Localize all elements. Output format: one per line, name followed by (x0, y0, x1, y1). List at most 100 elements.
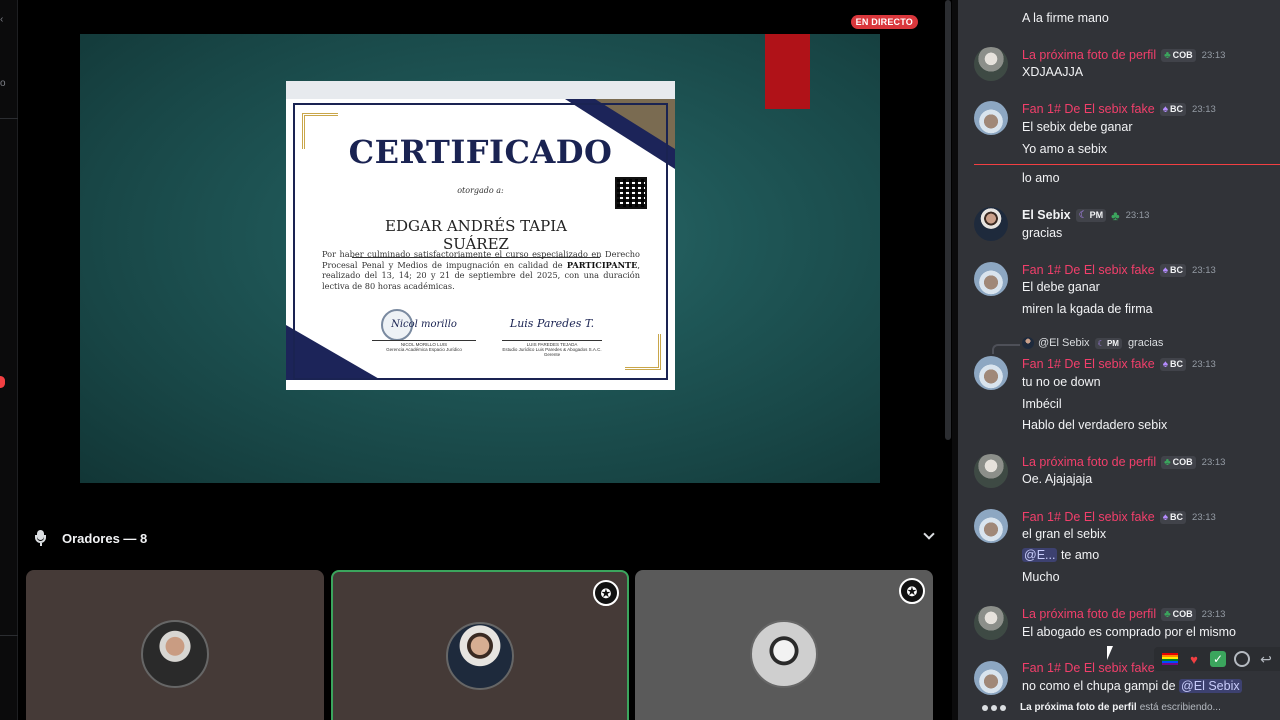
mushroom-icon: ♠ (1162, 103, 1169, 115)
message-text: Yo amo a sebix (1022, 142, 1108, 156)
reply-reference[interactable]: @El Sebix ☾ PM gracias (1022, 337, 1163, 349)
message-hover-toolbar: ♥ ✓ ↩ (1154, 647, 1280, 671)
message-text: no como el chupa gampi de @El Sebix (1022, 679, 1242, 693)
leaf-icon: ♣ (1164, 49, 1171, 61)
notification-dot[interactable] (0, 376, 5, 388)
message-text: @E... te amo (1022, 548, 1100, 562)
check-reaction-button[interactable]: ✓ (1208, 649, 1228, 669)
typing-suffix: está escribiendo... (1139, 702, 1221, 713)
moon-icon: ☾ (1078, 209, 1088, 221)
chat-panel: A la firme mano La próxima foto de perfi… (958, 0, 1280, 720)
message-text: A la firme mano (1022, 11, 1109, 25)
message-text: tu no oe down (1022, 375, 1101, 389)
screen-share[interactable]: CERTIFICADO otorgado a: EDGAR ANDRÉS TAP… (80, 34, 880, 483)
rail-glyph: ‹ (0, 14, 4, 25)
username[interactable]: La próxima foto de perfil (1022, 607, 1156, 621)
red-overlay-block (765, 34, 810, 109)
leaf-icon: ♣ (1164, 456, 1171, 468)
username[interactable]: Fan 1# De El sebix fake (1022, 510, 1155, 524)
message-header: Fan 1# De El sebix fake ♠ BC 23:13 (1022, 356, 1216, 372)
username[interactable]: La próxima foto de perfil (1022, 48, 1156, 62)
heart-reaction-button[interactable]: ♥ (1184, 649, 1204, 669)
username[interactable]: La próxima foto de perfil (1022, 455, 1156, 469)
check-icon: ✓ (1210, 651, 1226, 667)
stage-area: EN DIRECTO CERTIFICADO otorgado a: EDGAR… (18, 0, 952, 720)
avatar (750, 620, 818, 688)
left-rail: ‹ o (0, 0, 18, 720)
moderator-shield-icon: ✪ (593, 580, 619, 606)
user-mention[interactable]: @El Sebix (1179, 679, 1242, 693)
speakers-header[interactable]: Oradores — 8 (34, 528, 934, 548)
cert-gold-ornament (625, 334, 661, 370)
guild-tag[interactable]: ♣ COB (1161, 48, 1196, 62)
guild-tag[interactable]: ♣ COB (1161, 455, 1196, 469)
reply-connector (992, 344, 1020, 354)
timestamp: 23:13 (1192, 103, 1216, 115)
user-mention[interactable]: @E... (1022, 548, 1058, 562)
guild-tag[interactable]: ♠ BC (1159, 357, 1187, 371)
message-text: Imbécil (1022, 397, 1062, 411)
avatar[interactable] (974, 101, 1008, 135)
chevron-down-icon[interactable] (924, 530, 934, 540)
speaker-tile[interactable] (26, 570, 324, 720)
rainbow-flag-icon (1162, 653, 1178, 665)
avatar[interactable] (974, 509, 1008, 543)
username[interactable]: Fan 1# De El sebix fake (1022, 102, 1155, 116)
message-text: el gran el sebix (1022, 527, 1107, 541)
timestamp: 23:13 (1125, 209, 1150, 221)
username[interactable]: Fan 1# De El sebix fake (1022, 263, 1155, 277)
message-header: Fan 1# De El sebix fake ♠ BC 23:13 (1022, 101, 1216, 117)
certificate-slide: CERTIFICADO otorgado a: EDGAR ANDRÉS TAP… (286, 81, 675, 390)
avatar[interactable] (974, 207, 1008, 241)
timestamp: 23:13 (1192, 511, 1216, 523)
avatar[interactable] (974, 661, 1008, 695)
cert-title: CERTIFICADO (348, 133, 613, 171)
signature-2: Luis Paredes T. (509, 317, 595, 330)
reply-username: @El Sebix (1038, 337, 1090, 349)
speaker-tile[interactable]: ✪ (635, 570, 933, 720)
microphone-icon (34, 530, 48, 546)
avatar[interactable] (974, 356, 1008, 390)
timestamp: 23:13 (1201, 456, 1226, 468)
message-text: Mucho (1022, 570, 1060, 584)
typing-user: La próxima foto de perfil (1020, 702, 1137, 713)
avatar[interactable] (974, 47, 1008, 81)
speaker-tile-active[interactable]: ✪ (331, 570, 629, 720)
username[interactable]: Fan 1# De El sebix fake (1022, 661, 1155, 675)
app-window: ‹ o EN DIRECTO CERTIFICADO otorgado a: E… (0, 0, 1280, 720)
avatar (446, 622, 514, 690)
guild-tag[interactable]: ♠ BC (1159, 263, 1187, 277)
smiley-icon (1234, 651, 1250, 667)
message-header: La próxima foto de perfil ♣ COB 23:13 (1022, 454, 1225, 470)
avatar[interactable] (974, 262, 1008, 296)
guild-tag[interactable]: ♠ BC (1159, 102, 1187, 116)
username[interactable]: El Sebix (1022, 208, 1071, 222)
username[interactable]: Fan 1# De El sebix fake (1022, 357, 1155, 371)
message-header: Fan 1# De El sebix fake ♠ BC 23:13 (1022, 262, 1216, 278)
guild-tag[interactable]: ☾ PM (1075, 208, 1107, 222)
signature-line (502, 340, 602, 341)
avatar[interactable] (974, 454, 1008, 488)
timestamp: 23:13 (1192, 358, 1216, 370)
message-text: Hablo del verdadero sebix (1022, 418, 1168, 432)
guild-tag[interactable]: ♣ COB (1161, 607, 1196, 621)
qr-code (615, 177, 647, 209)
rainbow-flag-reaction-button[interactable] (1160, 649, 1180, 669)
avatar (1022, 337, 1034, 349)
new-messages-divider (974, 164, 1280, 165)
mushroom-icon: ♠ (1162, 358, 1169, 370)
guild-tag[interactable]: ♠ BC (1159, 510, 1187, 524)
message-text: miren la kgada de firma (1022, 302, 1153, 316)
reply-button[interactable]: ↩ (1256, 649, 1276, 669)
message-header: Fan 1# De El sebix fake (1022, 660, 1155, 676)
mushroom-icon: ♠ (1162, 511, 1169, 523)
rail-divider (0, 635, 18, 636)
rail-glyph: o (0, 78, 6, 89)
message-text: El sebix debe ganar (1022, 120, 1133, 134)
avatar[interactable] (974, 606, 1008, 640)
add-reaction-button[interactable] (1232, 649, 1252, 669)
timestamp: 23:13 (1201, 49, 1226, 61)
message-header: La próxima foto de perfil ♣ COB 23:13 (1022, 47, 1225, 63)
badge-icon: ♣ (1111, 207, 1120, 223)
stage-scrollbar[interactable] (945, 0, 951, 440)
